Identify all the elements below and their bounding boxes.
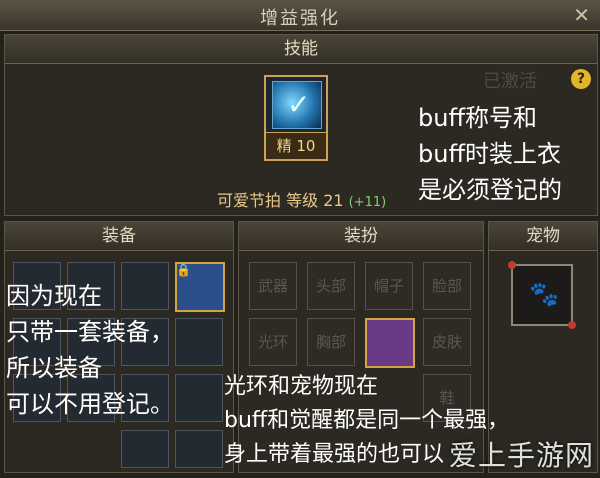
annotation-line: buff和觉醒都是同一个最强， <box>224 408 510 433</box>
window-title: 增益强化 <box>260 8 340 29</box>
level-bonus: (+11) <box>348 195 387 210</box>
skill-info: 可爱节拍 等级 21 (+11) <box>217 187 386 211</box>
outfit-header: 装扮 <box>239 222 483 251</box>
skill-name: 可爱节拍 <box>217 191 282 210</box>
annotation-top: buff称号和 buff时装上衣 是必须登记的 <box>418 100 598 208</box>
skill-header: 技能 <box>5 35 597 64</box>
buff-enhance-window: 增益强化 ✕ 技能 已激活 ? ✓ 精 10 可爱节拍 等级 21 (+11) … <box>0 0 600 478</box>
outfit-slot-top[interactable] <box>365 318 415 368</box>
question-icon[interactable]: ? <box>571 69 591 89</box>
annotation-line: 因为现在 <box>6 282 102 310</box>
outfit-slot-head[interactable]: 头部 <box>307 262 355 310</box>
outfit-slot-weapon[interactable]: 武器 <box>249 262 297 310</box>
pet-slot[interactable]: 🐾 <box>508 261 576 329</box>
annotation-line: 所以装备 <box>6 354 102 382</box>
outfit-slot-face[interactable]: 脸部 <box>423 262 471 310</box>
annotation-line: 只带一套装备， <box>6 318 174 346</box>
faded-status: 已激活 <box>483 71 537 92</box>
equip-slot[interactable] <box>175 430 223 468</box>
skill-slot[interactable]: ✓ 精 10 <box>264 75 328 161</box>
outfit-slot-skin[interactable]: 皮肤 <box>423 318 471 366</box>
title-bar: 增益强化 ✕ <box>0 0 600 31</box>
skill-grade: 精 10 <box>266 132 326 159</box>
site-watermark: 爱上手游网 <box>448 439 594 472</box>
annotation-line: 光环和宠物现在 <box>224 374 379 399</box>
annotation-line: 是必须登记的 <box>418 176 562 204</box>
annotation-left: 因为现在 只带一套装备， 所以装备 可以不用登记。 <box>6 278 236 422</box>
paw-icon: 🐾 <box>529 280 559 308</box>
lock-icon: 🔒 <box>176 263 191 277</box>
pet-header: 宠物 <box>489 222 597 251</box>
equip-slot[interactable] <box>121 430 169 468</box>
close-icon[interactable]: ✕ <box>573 3 590 27</box>
outfit-slot-hat[interactable]: 帽子 <box>365 262 413 310</box>
annotation-line: 可以不用登记。 <box>6 390 174 418</box>
annotation-line: buff时装上衣 <box>418 140 561 168</box>
equipment-header: 装备 <box>5 222 233 251</box>
skill-level: 21 <box>323 191 344 210</box>
outfit-slot-aura[interactable]: 光环 <box>249 318 297 366</box>
annotation-line: buff称号和 <box>418 104 537 132</box>
level-label: 等级 <box>286 191 319 210</box>
sword-wing-icon: ✓ <box>272 81 322 129</box>
outfit-slot-chest[interactable]: 胸部 <box>307 318 355 366</box>
